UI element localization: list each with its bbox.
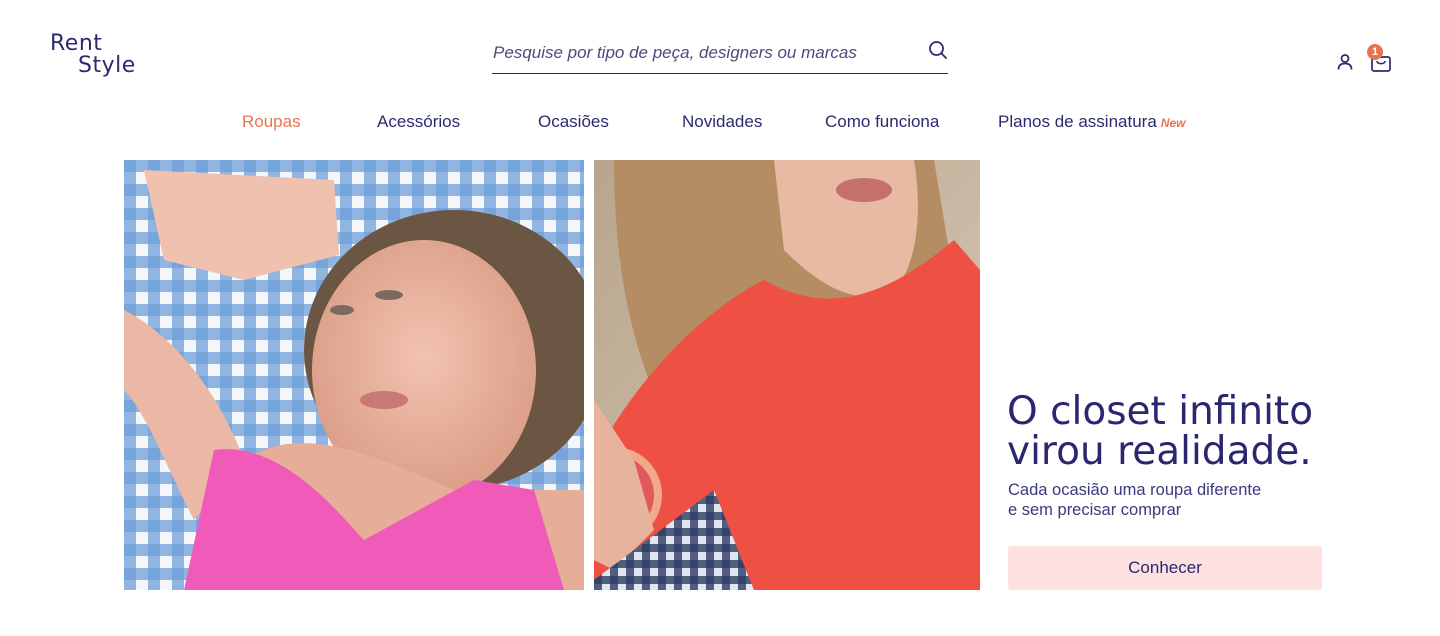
hero-title-line1: O closet infinito — [1007, 389, 1314, 434]
hero-photo-gingham — [124, 160, 584, 590]
brand-logo[interactable]: Rent Style — [50, 33, 140, 81]
hero-subtitle-line2: e sem precisar comprar — [1008, 501, 1182, 519]
brand-logo-line2: Style — [78, 53, 136, 78]
search-bar — [492, 34, 948, 74]
conhecer-button[interactable]: Conhecer — [1008, 546, 1322, 590]
search-input[interactable] — [493, 38, 913, 68]
new-tag: New — [1160, 116, 1186, 130]
hero-photo-red-top — [594, 160, 980, 590]
brand-logo-line1: Rent — [50, 31, 103, 56]
cart-count-badge: 1 — [1367, 44, 1383, 60]
hero-subtitle-line1: Cada ocasião uma roupa diferente — [1008, 481, 1262, 499]
hero-title-line2: virou realidade. — [1007, 429, 1312, 474]
search-icon[interactable] — [928, 40, 948, 60]
hero-subtitle: Cada ocasião uma roupa diferente e sem p… — [1008, 480, 1328, 520]
nav-item-novidades[interactable]: Novidades — [682, 112, 762, 132]
nav-item-como-funciona[interactable]: Como funciona — [825, 112, 939, 132]
nav-item-planos[interactable]: Planos de assinatura New — [998, 112, 1185, 132]
nav-item-acessorios[interactable]: Acessórios — [377, 112, 460, 132]
user-icon[interactable] — [1336, 53, 1354, 71]
nav-item-planos-label: Planos de assinatura — [998, 112, 1157, 131]
nav-item-ocasioes[interactable]: Ocasiões — [538, 112, 609, 132]
main-nav: Roupas Acessórios Ocasiões Novidades Com… — [0, 112, 1440, 134]
nav-item-roupas[interactable]: Roupas — [242, 112, 301, 132]
hero-title: O closet infinito virou realidade. — [1007, 392, 1427, 472]
